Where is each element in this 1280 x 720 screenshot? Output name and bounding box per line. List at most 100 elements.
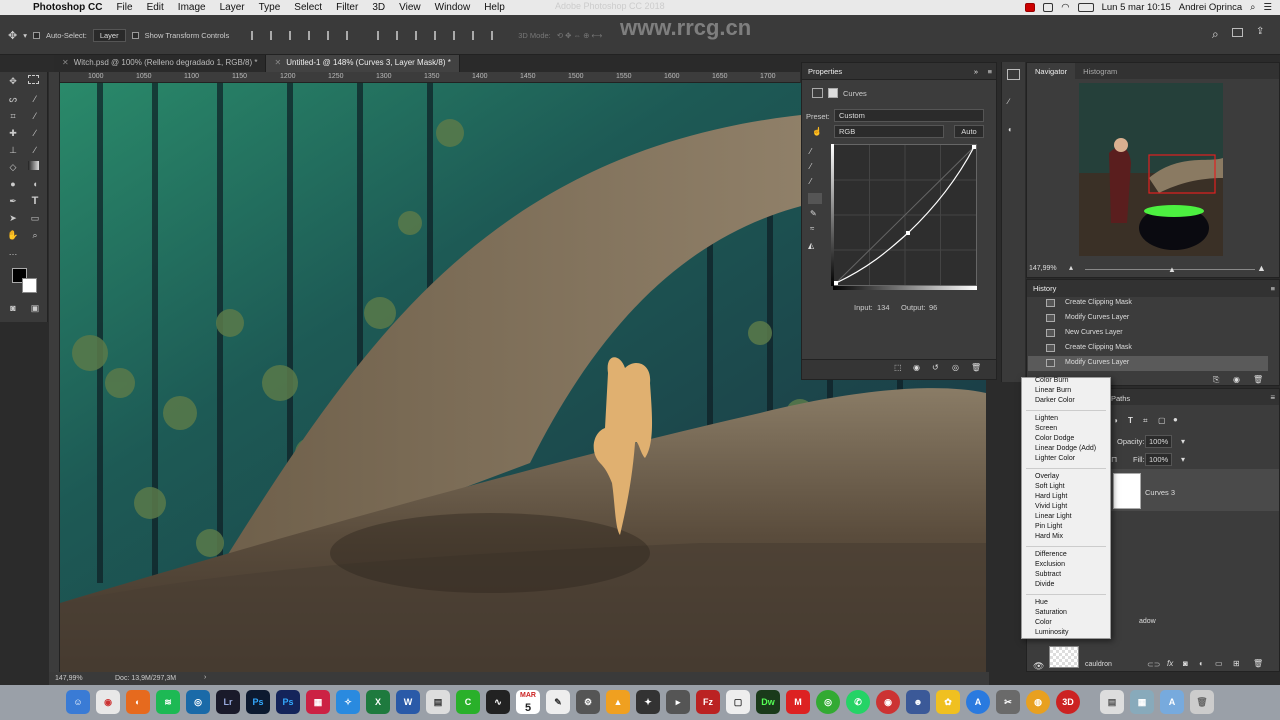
history-item[interactable]: Create Clipping Mask: [1028, 296, 1268, 311]
workspace-icon[interactable]: [1232, 28, 1243, 37]
blend-mode-option[interactable]: Pin Light: [1035, 523, 1062, 530]
blend-mode-option[interactable]: Soft Light: [1035, 483, 1065, 490]
trash-icon[interactable]: 🗑: [1253, 375, 1263, 384]
vpn-icon[interactable]: ◎: [186, 690, 210, 714]
menu-layer[interactable]: Layer: [213, 2, 252, 13]
auto-select-checkbox[interactable]: [32, 32, 40, 39]
reset-icon[interactable]: ↺: [932, 363, 939, 372]
move-tool-icon[interactable]: ✥: [8, 29, 17, 42]
blend-mode-option[interactable]: Hard Light: [1035, 493, 1067, 500]
properties-dock-icon[interactable]: [1007, 69, 1020, 80]
type-tool-icon[interactable]: T: [28, 195, 42, 207]
firefox-icon[interactable]: ◐: [126, 690, 150, 714]
record-icon[interactable]: [1025, 3, 1036, 12]
clip-to-layer-icon[interactable]: ⬚: [894, 363, 902, 372]
panel-menu-icon[interactable]: ≡: [1271, 284, 1275, 293]
share-icon[interactable]: ⇪: [1256, 26, 1264, 37]
eyedropper-gray-icon[interactable]: ⁄: [810, 162, 811, 171]
align-bottom-icon[interactable]: [346, 31, 355, 40]
brush-dock-icon[interactable]: ∕: [1008, 97, 1009, 106]
align-left-icon[interactable]: [251, 31, 260, 40]
blend-mode-option[interactable]: Overlay: [1035, 473, 1059, 480]
camtasia-icon[interactable]: C: [456, 690, 480, 714]
app-3dl-icon[interactable]: 3D: [1056, 690, 1080, 714]
utility-icon[interactable]: ✂: [996, 690, 1020, 714]
chevron-down-icon[interactable]: ▾: [23, 31, 27, 40]
blend-mode-option[interactable]: Luminosity: [1035, 629, 1068, 636]
user-name[interactable]: Andrei Oprinca: [1179, 2, 1242, 13]
zoom-out-icon[interactable]: ▴: [1069, 263, 1073, 272]
zoom-in-icon[interactable]: ▲: [1257, 263, 1266, 273]
final-cut-icon[interactable]: ✦: [636, 690, 660, 714]
curve-point-black[interactable]: [834, 281, 838, 285]
close-icon[interactable]: ✕: [62, 58, 69, 67]
path-selection-icon[interactable]: ➤: [6, 212, 20, 224]
photoshop-beta-icon[interactable]: Ps: [276, 690, 300, 714]
status-zoom[interactable]: 147,99%: [55, 675, 83, 682]
trash-icon[interactable]: 🗑: [971, 363, 981, 372]
blend-mode-option[interactable]: Lighten: [1035, 415, 1058, 422]
chevron-down-icon[interactable]: ▾: [1181, 455, 1185, 464]
tab-histogram[interactable]: Histogram: [1075, 63, 1125, 79]
auto-button[interactable]: Auto: [954, 125, 984, 138]
photoshop-icon[interactable]: Ps: [246, 690, 270, 714]
panel-menu-icon[interactable]: ≡: [1270, 393, 1275, 402]
lasso-tool-icon[interactable]: ᔕ: [6, 93, 20, 105]
blend-mode-option[interactable]: Linear Dodge (Add): [1035, 445, 1096, 452]
blend-mode-option[interactable]: Exclusion: [1035, 561, 1065, 568]
fingerprint-icon[interactable]: ◎: [816, 690, 840, 714]
blend-mode-option[interactable]: Hard Mix: [1035, 533, 1063, 540]
menu-image[interactable]: Image: [171, 2, 213, 13]
history-item[interactable]: Modify Curves Layer: [1028, 356, 1268, 371]
navigator-zoom[interactable]: 147,99%: [1029, 265, 1057, 272]
layer-name-shadow[interactable]: adow: [1139, 618, 1156, 625]
output-value[interactable]: 96: [929, 303, 937, 312]
curve-point[interactable]: [906, 231, 910, 235]
adjustment-layer-icon[interactable]: ◐: [1199, 659, 1204, 668]
menu-view[interactable]: View: [392, 2, 428, 13]
blend-mode-option[interactable]: Darker Color: [1035, 397, 1075, 404]
layer-mask-thumbnail[interactable]: [1113, 473, 1141, 509]
filter-toggle-icon[interactable]: ●: [1173, 415, 1178, 424]
preset-dropdown[interactable]: Custom: [834, 109, 984, 122]
terminal-icon[interactable]: ▸: [666, 690, 690, 714]
blend-mode-option[interactable]: Screen: [1035, 425, 1057, 432]
spotify-icon[interactable]: ≋: [156, 690, 180, 714]
filter-smart-icon[interactable]: ▢: [1158, 416, 1166, 425]
clipping-warning-icon[interactable]: ◭: [808, 241, 814, 250]
tab-navigator[interactable]: Navigator: [1027, 63, 1076, 79]
distribute-center-icon[interactable]: [453, 31, 462, 40]
excel-icon[interactable]: X: [366, 690, 390, 714]
layer-name-cauldron[interactable]: cauldron: [1085, 661, 1112, 668]
adjustments-dock-icon[interactable]: ◐: [1008, 125, 1013, 134]
eye-icon[interactable]: 👁: [1033, 661, 1044, 672]
blend-mode-option[interactable]: Divide: [1035, 581, 1054, 588]
new-layer-icon[interactable]: ⊞: [1233, 659, 1240, 668]
mail-app-icon[interactable]: M: [786, 690, 810, 714]
preview-icon[interactable]: ▤: [426, 690, 450, 714]
activity-monitor-icon[interactable]: ∿: [486, 690, 510, 714]
safari-icon[interactable]: ✧: [336, 690, 360, 714]
new-document-icon[interactable]: ⎘: [1213, 375, 1219, 385]
new-group-icon[interactable]: ▭: [1215, 659, 1223, 668]
curve-edit-icon[interactable]: [808, 193, 822, 204]
menu-window[interactable]: Window: [428, 2, 478, 13]
eraser-tool-icon[interactable]: ◇: [6, 161, 20, 173]
history-item[interactable]: New Curves Layer: [1028, 326, 1268, 341]
app-orange-icon[interactable]: ◍: [1026, 690, 1050, 714]
blend-mode-option[interactable]: Subtract: [1035, 571, 1061, 578]
blend-mode-option[interactable]: Linear Burn: [1035, 387, 1071, 394]
background-color-swatch[interactable]: [22, 278, 37, 293]
view-previous-icon[interactable]: ◉: [913, 363, 920, 372]
quick-mask-icon[interactable]: ◙: [6, 302, 20, 314]
navigator-thumbnail[interactable]: [1079, 83, 1223, 256]
auto-align-icon[interactable]: [491, 31, 500, 40]
close-icon[interactable]: ✕: [274, 58, 281, 67]
healing-brush-icon[interactable]: ✚: [6, 127, 20, 139]
search-icon[interactable]: ⌕: [1212, 27, 1219, 42]
applications-folder-icon[interactable]: A: [1160, 690, 1184, 714]
auto-select-dropdown[interactable]: Layer: [92, 29, 126, 42]
panel-menu-icon[interactable]: ≡: [988, 67, 992, 76]
3d-rotate-icon[interactable]: ⟲ ✥ ⇔ ⊕ ⟷: [557, 31, 602, 40]
menu-3d[interactable]: 3D: [365, 2, 392, 13]
